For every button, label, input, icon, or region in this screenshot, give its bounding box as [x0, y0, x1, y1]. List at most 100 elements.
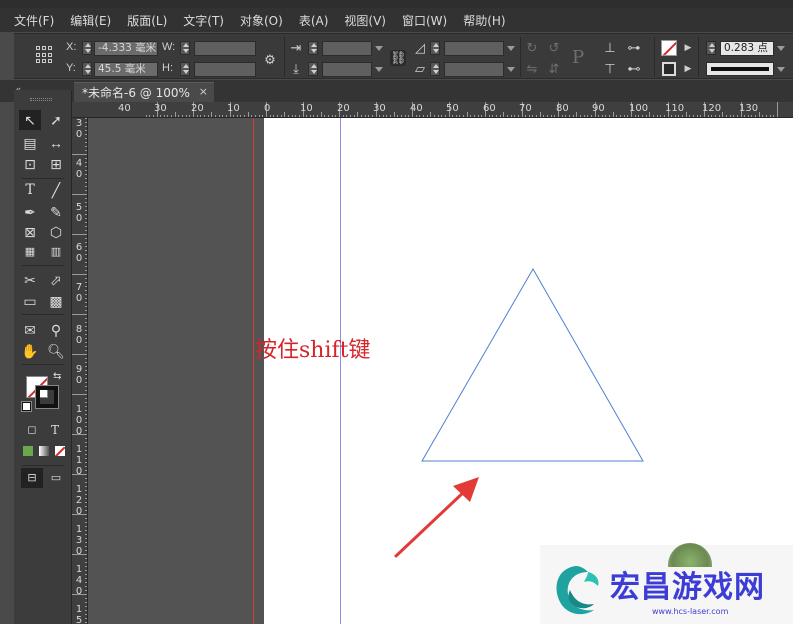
scale-x-stepper[interactable] — [308, 41, 318, 55]
reference-point-icon[interactable] — [36, 46, 54, 64]
close-tab-icon[interactable]: × — [199, 85, 208, 98]
panel-grip[interactable] — [30, 98, 52, 101]
gradient-swatch-tool-icon[interactable]: ▭ — [19, 291, 41, 311]
ruler-tick — [72, 354, 87, 355]
scale-x-dropdown[interactable] — [372, 41, 384, 56]
ruler-tick — [777, 102, 778, 117]
x-field[interactable]: -4.333 毫米 — [94, 41, 158, 56]
shear-field[interactable] — [444, 62, 504, 77]
rotate-field[interactable] — [444, 41, 504, 56]
ruler-label: 70 — [519, 103, 532, 114]
document-tab[interactable]: *未命名-6 @ 100% × — [74, 82, 214, 102]
menu-view[interactable]: 视图(V) — [344, 12, 386, 29]
constrain-proportions-icon[interactable]: ⚙ — [262, 52, 278, 68]
distribute-vertical-icon[interactable]: ⊷ — [626, 61, 642, 77]
shear-stepper[interactable] — [430, 62, 440, 76]
selection-tool-icon[interactable]: ↖ — [19, 110, 41, 130]
align-bottom-icon[interactable]: ⊤ — [602, 61, 618, 77]
type-tool-icon[interactable]: T — [19, 180, 41, 200]
y-stepper[interactable] — [82, 62, 92, 76]
x-stepper[interactable] — [82, 41, 92, 55]
polygon-tool-icon[interactable]: ⬡ — [45, 222, 67, 242]
scissors-tool-icon[interactable]: ✂ — [19, 270, 41, 290]
y-field[interactable]: 45.5 毫米 — [94, 62, 158, 77]
stroke-type-field[interactable] — [706, 62, 774, 76]
note-tool-icon[interactable]: ✉ — [19, 320, 41, 340]
content-collector-icon[interactable]: ⊡ — [19, 154, 41, 174]
window-title-strip — [0, 0, 793, 8]
ruler-label: 40 — [118, 103, 131, 114]
fill-none-swatch[interactable] — [661, 40, 677, 56]
rotate-stepper[interactable] — [430, 41, 440, 55]
width-label: W: — [162, 41, 176, 53]
width-stepper[interactable] — [180, 41, 190, 55]
shear-dropdown[interactable] — [504, 62, 516, 77]
hand-tool-icon[interactable]: ✋ — [19, 341, 41, 361]
formatting-text-icon[interactable]: T — [44, 420, 66, 440]
height-stepper[interactable] — [180, 62, 190, 76]
ruler-tick — [72, 314, 87, 315]
pencil-tool-icon[interactable]: ✎ — [45, 202, 67, 222]
stroke-weight-field[interactable]: 0.283 点 — [720, 41, 774, 56]
swap-colors-icon[interactable]: ⇆ — [53, 371, 61, 382]
apply-none-icon[interactable] — [55, 446, 65, 456]
menu-layout[interactable]: 版面(L) — [127, 12, 167, 29]
scale-y-stepper[interactable] — [308, 62, 318, 76]
gap-tool-icon[interactable]: ↔ — [45, 133, 67, 153]
menu-help[interactable]: 帮助(H) — [463, 12, 505, 29]
distribute-icon[interactable]: ⊶ — [626, 40, 642, 56]
ruler-label: 120 — [702, 103, 722, 114]
screen-mode-icon[interactable]: ▭ — [45, 468, 67, 488]
menu-object[interactable]: 对象(O) — [240, 12, 283, 29]
menu-type[interactable]: 文字(T) — [183, 12, 224, 29]
default-colors-icon[interactable] — [21, 401, 32, 412]
flip-vertical-icon[interactable]: ⇵ — [546, 61, 562, 77]
ruler-label: 50 — [446, 103, 459, 114]
stroke-swatch[interactable] — [662, 62, 676, 76]
menu-file[interactable]: 文件(F) — [14, 12, 54, 29]
free-transform-tool-icon[interactable]: ⬀ — [45, 270, 67, 290]
apply-gradient-icon[interactable] — [39, 446, 49, 456]
menu-table[interactable]: 表(A) — [299, 12, 329, 29]
pen-tool-icon[interactable]: ✒ — [19, 202, 41, 222]
height-field[interactable] — [194, 62, 256, 77]
link-icon[interactable]: ⛓ — [390, 50, 407, 66]
direct-selection-tool-icon[interactable]: ➚ — [45, 110, 67, 130]
stroke-color-swatch[interactable] — [35, 385, 59, 409]
equilateral-triangle[interactable] — [421, 267, 644, 462]
scale-x-field[interactable] — [322, 41, 372, 56]
ruler-tick — [72, 274, 87, 275]
eyedropper-tool-icon[interactable]: ⚲ — [45, 320, 67, 340]
pointer-arrow — [394, 477, 479, 558]
scale-y-dropdown[interactable] — [372, 62, 384, 77]
page-tool-icon[interactable]: ▤ — [19, 133, 41, 153]
scale-y-field[interactable] — [322, 62, 372, 77]
zoom-tool-icon[interactable]: 🔍︎ — [45, 341, 67, 361]
line-tool-icon[interactable]: ╱ — [45, 180, 67, 200]
flip-horizontal-icon[interactable]: ⇋ — [524, 61, 540, 77]
ruler-label: 30 — [154, 103, 167, 114]
stroke-weight-dropdown[interactable] — [774, 41, 786, 56]
stroke-type-dropdown[interactable] — [774, 62, 786, 77]
formatting-container-icon[interactable]: ◻ — [21, 420, 43, 440]
rotate-ccw-icon[interactable]: ↺ — [546, 40, 562, 56]
rotate-cw-icon[interactable]: ↻ — [524, 40, 540, 56]
rectangle-frame-tool-icon[interactable]: ⊠ — [19, 222, 41, 242]
menu-window[interactable]: 窗口(W) — [402, 12, 447, 29]
menu-edit[interactable]: 编辑(E) — [70, 12, 111, 29]
rotate-dropdown[interactable] — [504, 41, 516, 56]
control-divider — [698, 37, 699, 77]
grid-tool-icon[interactable]: ▥ — [45, 242, 67, 262]
stroke-dropdown-icon[interactable]: ▶ — [680, 61, 696, 77]
fill-dropdown-icon[interactable]: ▶ — [680, 40, 696, 56]
y-label: Y: — [66, 62, 76, 74]
stroke-weight-stepper[interactable] — [706, 41, 716, 55]
content-placer-icon[interactable]: ⊞ — [45, 154, 67, 174]
align-top-icon[interactable]: ⊥ — [602, 40, 618, 56]
normal-view-icon[interactable]: ⊟ — [21, 468, 43, 488]
apply-color-icon[interactable] — [23, 446, 33, 456]
shift-key-annotation: 按住shift键 — [255, 338, 371, 363]
width-field[interactable] — [194, 41, 256, 56]
gradient-feather-tool-icon[interactable]: ▩ — [45, 291, 67, 311]
table-tool-icon[interactable]: ▦ — [19, 242, 41, 262]
